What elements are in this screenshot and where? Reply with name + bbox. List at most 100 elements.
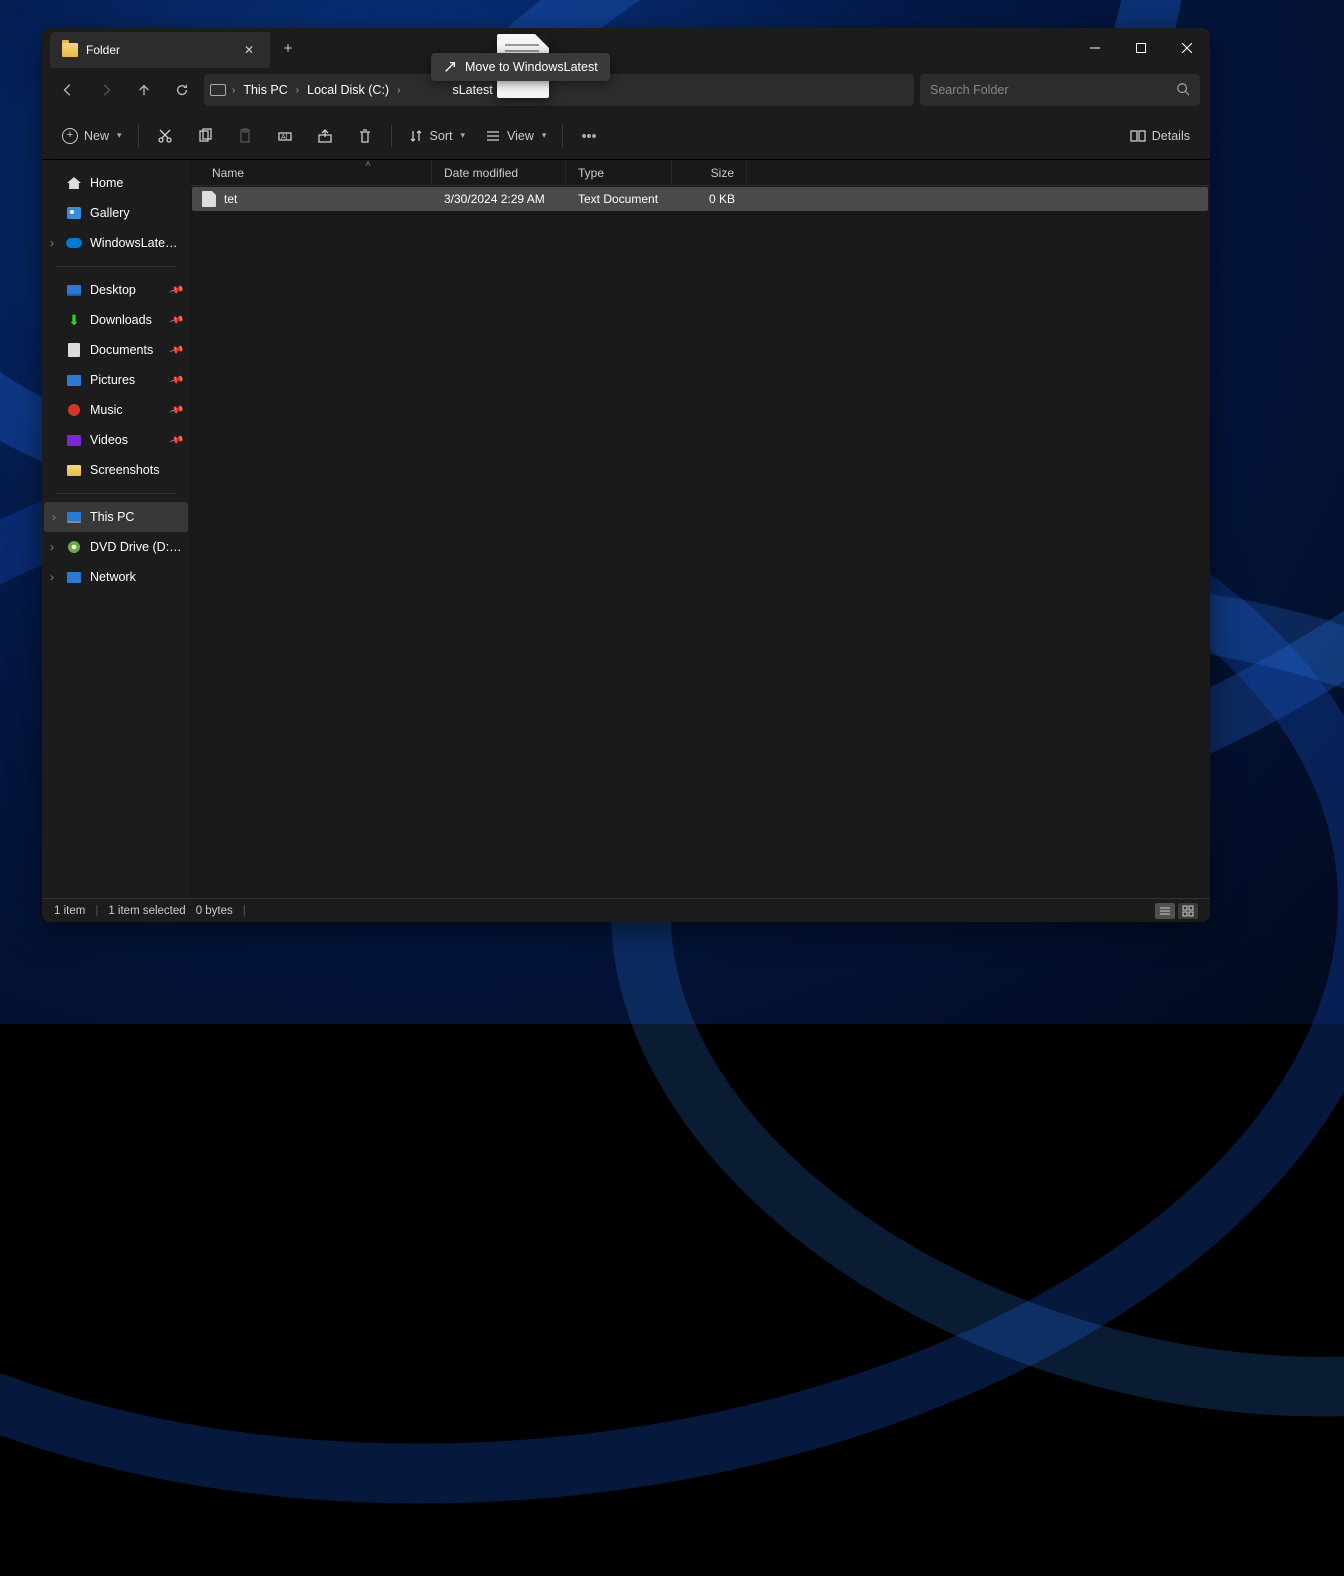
text-file-icon bbox=[202, 191, 216, 207]
download-icon: ⬇ bbox=[66, 312, 82, 328]
cloud-icon bbox=[66, 238, 82, 248]
details-label: Details bbox=[1152, 129, 1190, 143]
view-label: View bbox=[507, 129, 534, 143]
sidebar: Home Gallery WindowsLatest - Pe Desktop📌… bbox=[42, 160, 190, 898]
file-list-area[interactable]: Name Date modified Type Size tet 3/30/20… bbox=[190, 160, 1210, 898]
maximize-button[interactable] bbox=[1118, 28, 1164, 68]
chevron-down-icon: ▾ bbox=[542, 130, 547, 141]
column-size[interactable]: Size bbox=[672, 160, 747, 185]
sidebar-item-gallery[interactable]: Gallery bbox=[42, 198, 190, 228]
sidebar-item-pictures[interactable]: Pictures📌 bbox=[42, 365, 190, 395]
file-name: tet bbox=[224, 192, 237, 206]
document-icon bbox=[68, 343, 80, 357]
sort-label: Sort bbox=[430, 129, 453, 143]
share-button[interactable] bbox=[307, 120, 343, 152]
sidebar-item-videos[interactable]: Videos📌 bbox=[42, 425, 190, 455]
new-label: New bbox=[84, 129, 109, 143]
address-bar-row: › This PC › Local Disk (C:) › sLatest › … bbox=[42, 68, 1210, 112]
chevron-right-icon[interactable]: › bbox=[228, 85, 239, 96]
chevron-down-icon: ▾ bbox=[117, 130, 122, 141]
status-item-count: 1 item bbox=[54, 905, 85, 917]
pin-icon: 📌 bbox=[168, 432, 184, 448]
thumbnails-view-toggle[interactable] bbox=[1178, 903, 1198, 919]
search-icon[interactable] bbox=[1176, 82, 1190, 99]
back-button[interactable] bbox=[52, 74, 84, 106]
breadcrumb-windowslatest[interactable]: sLatest bbox=[404, 83, 496, 97]
minimize-button[interactable] bbox=[1072, 28, 1118, 68]
network-icon bbox=[67, 572, 81, 583]
pc-icon bbox=[67, 512, 81, 523]
new-tab-button[interactable]: + bbox=[270, 28, 306, 68]
pin-icon: 📌 bbox=[168, 402, 184, 418]
column-name[interactable]: Name bbox=[190, 160, 432, 185]
details-button[interactable]: Details bbox=[1122, 120, 1198, 152]
details-icon bbox=[1130, 128, 1146, 144]
up-button[interactable] bbox=[128, 74, 160, 106]
disc-icon bbox=[68, 541, 80, 553]
toolbar: + New ▾ A| Sort ▾ View ▾ Details bbox=[42, 112, 1210, 160]
forward-button[interactable] bbox=[90, 74, 122, 106]
new-button[interactable]: + New ▾ bbox=[54, 120, 130, 152]
sidebar-item-onedrive[interactable]: WindowsLatest - Pe bbox=[42, 228, 190, 258]
sidebar-item-documents[interactable]: Documents📌 bbox=[42, 335, 190, 365]
folder-icon bbox=[62, 43, 78, 57]
pictures-icon bbox=[67, 375, 81, 386]
column-headers: Name Date modified Type Size bbox=[190, 160, 1210, 186]
sort-button[interactable]: Sort ▾ bbox=[400, 120, 473, 152]
video-icon bbox=[67, 435, 81, 446]
sidebar-item-thispc[interactable]: This PC bbox=[44, 502, 188, 532]
chevron-right-icon[interactable]: › bbox=[292, 85, 303, 96]
details-view-toggle[interactable] bbox=[1155, 903, 1175, 919]
breadcrumb-localdisk[interactable]: Local Disk (C:) bbox=[303, 83, 393, 97]
breadcrumb-folder[interactable]: Folder bbox=[508, 83, 551, 97]
desktop-icon bbox=[67, 285, 81, 296]
sidebar-item-home[interactable]: Home bbox=[42, 168, 190, 198]
chevron-right-icon[interactable]: › bbox=[497, 85, 508, 96]
tab-title: Folder bbox=[86, 43, 232, 57]
search-box[interactable] bbox=[920, 74, 1200, 106]
pc-icon bbox=[210, 84, 226, 96]
copy-button[interactable] bbox=[187, 120, 223, 152]
sidebar-item-downloads[interactable]: ⬇Downloads📌 bbox=[42, 305, 190, 335]
move-arrow-icon bbox=[443, 60, 457, 74]
drag-tooltip: Move to WindowsLatest bbox=[431, 53, 610, 81]
file-explorer-window: Folder ✕ + › This PC › Local Disk (C:) ›… bbox=[42, 28, 1210, 922]
rename-button[interactable]: A| bbox=[267, 120, 303, 152]
gallery-icon bbox=[67, 207, 81, 219]
file-date: 3/30/2024 2:29 AM bbox=[432, 192, 566, 206]
sort-icon bbox=[408, 128, 424, 144]
view-button[interactable]: View ▾ bbox=[477, 120, 554, 152]
folder-icon bbox=[67, 465, 81, 476]
view-icon bbox=[485, 128, 501, 144]
svg-text:A|: A| bbox=[281, 134, 288, 141]
pin-icon: 📌 bbox=[168, 282, 184, 298]
pin-icon: 📌 bbox=[168, 372, 184, 388]
titlebar[interactable]: Folder ✕ + bbox=[42, 28, 1210, 68]
sidebar-item-desktop[interactable]: Desktop📌 bbox=[42, 275, 190, 305]
tab-close-button[interactable]: ✕ bbox=[240, 41, 258, 59]
delete-button[interactable] bbox=[347, 120, 383, 152]
sidebar-item-dvd[interactable]: DVD Drive (D:) CCC bbox=[42, 532, 190, 562]
paste-button[interactable] bbox=[227, 120, 263, 152]
column-date[interactable]: Date modified bbox=[432, 160, 566, 185]
file-type: Text Document bbox=[566, 192, 672, 206]
column-type[interactable]: Type bbox=[566, 160, 672, 185]
file-row[interactable]: tet 3/30/2024 2:29 AM Text Document 0 KB bbox=[192, 187, 1208, 211]
sidebar-item-music[interactable]: Music📌 bbox=[42, 395, 190, 425]
more-button[interactable] bbox=[571, 120, 607, 152]
search-input[interactable] bbox=[930, 83, 1176, 97]
home-icon bbox=[67, 177, 81, 189]
tab-folder[interactable]: Folder ✕ bbox=[50, 32, 270, 68]
cut-button[interactable] bbox=[147, 120, 183, 152]
sidebar-item-network[interactable]: Network bbox=[42, 562, 190, 592]
chevron-right-icon[interactable]: › bbox=[393, 85, 404, 96]
refresh-button[interactable] bbox=[166, 74, 198, 106]
pin-icon: 📌 bbox=[168, 342, 184, 358]
music-icon bbox=[68, 404, 80, 416]
chevron-down-icon: ▾ bbox=[460, 130, 465, 141]
sidebar-item-screenshots[interactable]: Screenshots bbox=[42, 455, 190, 485]
breadcrumb-thispc[interactable]: This PC bbox=[239, 83, 291, 97]
plus-icon: + bbox=[62, 128, 78, 144]
drag-tooltip-label: Move to WindowsLatest bbox=[465, 60, 598, 74]
close-button[interactable] bbox=[1164, 28, 1210, 68]
